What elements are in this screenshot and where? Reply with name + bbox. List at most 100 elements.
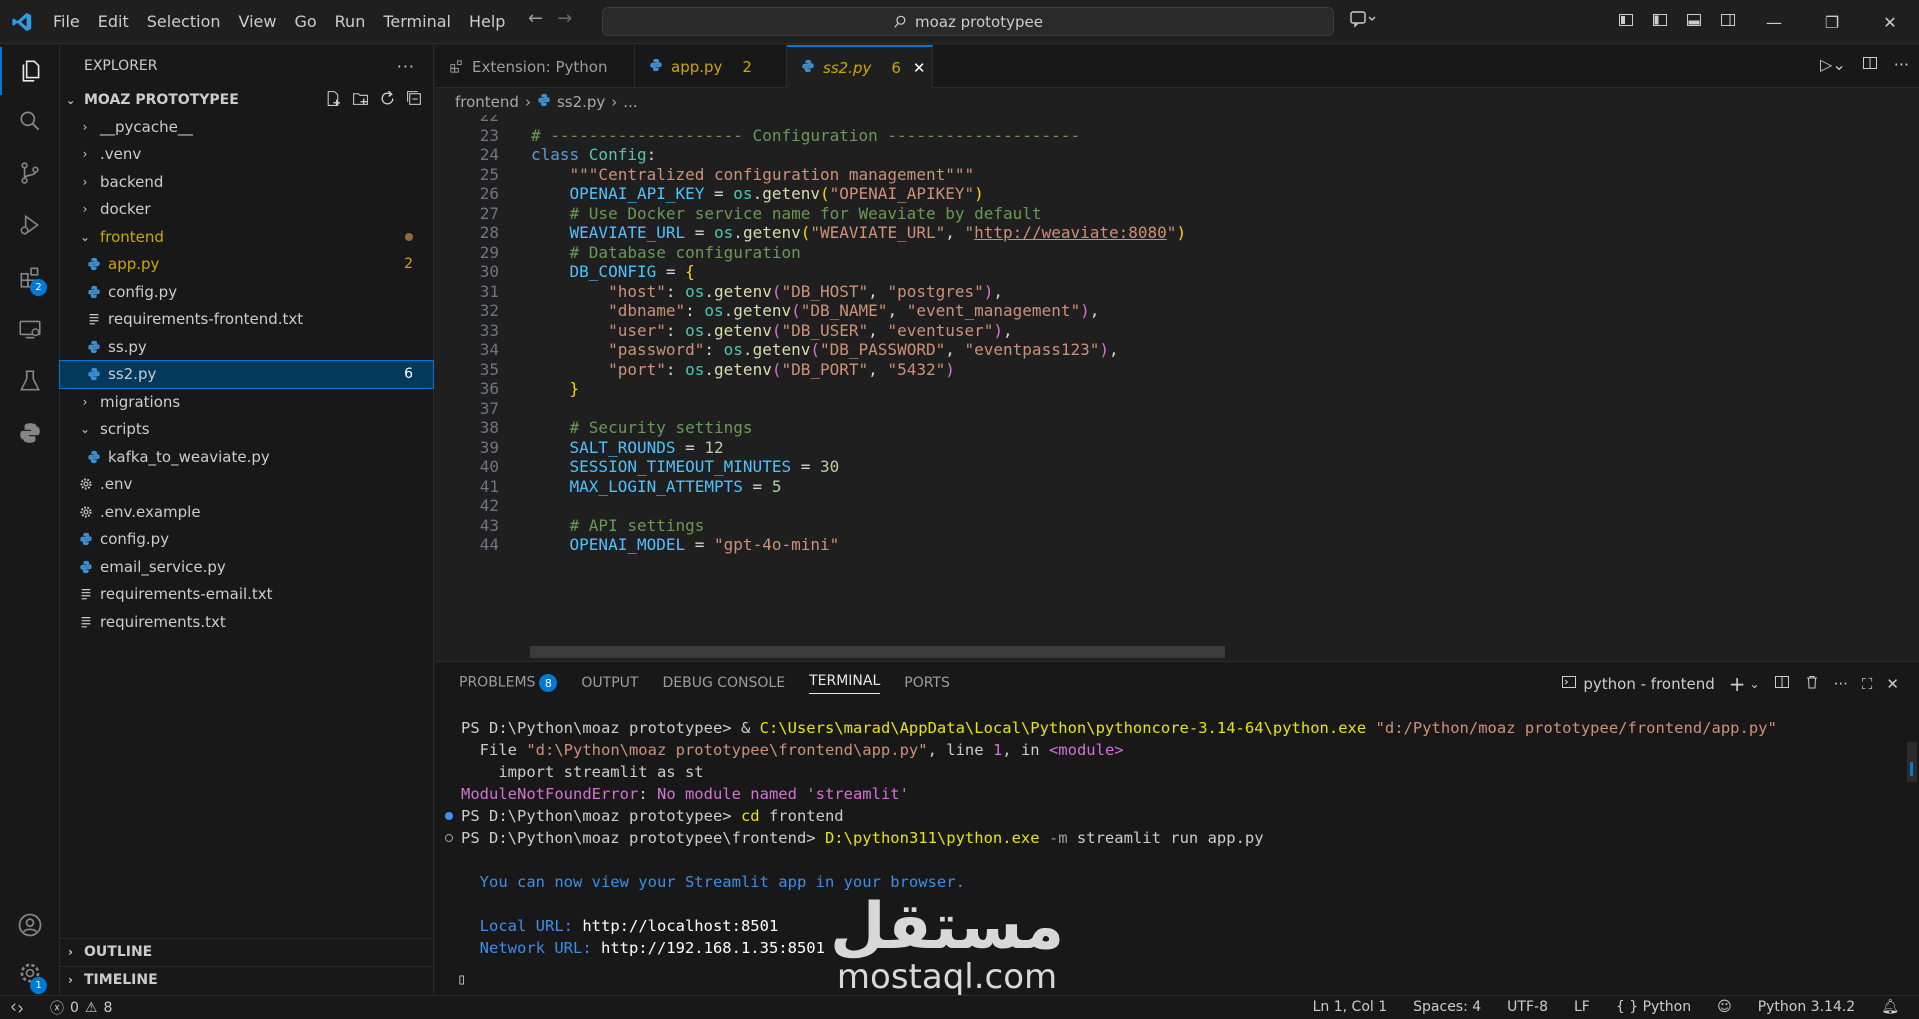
file-item[interactable]: ss.py [60,333,433,361]
menu-view[interactable]: View [230,0,286,44]
menu-selection[interactable]: Selection [138,0,230,44]
explorer-sidebar: EXPLORER ··· ⌄ MOAZ PROTOTYPEE › __pycach… [59,45,434,995]
folder-item[interactable]: › backend [60,168,433,196]
folder-item[interactable]: › .venv [60,141,433,169]
file-item[interactable]: config.py [60,526,433,554]
menu-run[interactable]: Run [326,0,375,44]
code-token: getenv [752,340,811,359]
run-python-file-icon[interactable]: ▷⌄ [1820,55,1846,75]
command-decoration-icon[interactable] [445,834,453,842]
folder-item[interactable]: ⌄ scripts [60,416,433,444]
more-actions-icon[interactable]: ··· [397,57,415,76]
accounts-icon[interactable] [0,901,60,949]
menu-help[interactable]: Help [460,0,514,44]
python-interpreter[interactable]: Python 3.14.2 [1758,999,1856,1015]
file-item[interactable]: email_service.py [60,553,433,581]
split-terminal-icon[interactable] [1774,674,1790,694]
chevron-right-icon: › [82,119,88,134]
restore-icon[interactable]: ❐ [1803,13,1861,32]
tab-debug-console[interactable]: DEBUG CONSOLE [662,675,785,691]
new-terminal-icon[interactable]: + [1729,672,1746,696]
folder-item[interactable]: › __pycache__ [60,113,433,141]
command-decoration-icon[interactable] [445,812,453,820]
collapse-all-icon[interactable] [406,90,423,111]
extensions-icon[interactable]: 2 [0,253,60,301]
folder-item[interactable]: › migrations [60,388,433,416]
encoding[interactable]: UTF-8 [1507,999,1548,1015]
customize-layout-icon[interactable] [1609,12,1643,32]
tab-problems[interactable]: PROBLEMS 8 [459,674,558,692]
copilot-status-icon[interactable]: ☺ [1717,999,1732,1015]
tab-ports[interactable]: PORTS [904,675,950,691]
file-item[interactable]: app.py 2 [60,251,433,279]
run-debug-icon[interactable] [0,201,60,249]
menu-terminal[interactable]: Terminal [374,0,460,44]
file-item[interactable]: config.py [60,278,433,306]
tab-terminal[interactable]: TERMINAL [809,673,881,694]
horizontal-scrollbar[interactable] [530,646,1225,658]
breadcrumb-symbol[interactable]: ... [623,93,637,111]
new-file-icon[interactable] [325,90,342,111]
file-item[interactable]: requirements.txt [60,608,433,636]
chevron-down-icon[interactable]: ⌄ [1750,677,1760,691]
explorer-activity-icon[interactable] [0,47,60,95]
breadcrumb-folder[interactable]: frontend [455,93,519,111]
back-arrow-icon[interactable]: ← [528,8,543,29]
close-window-icon[interactable]: ✕ [1861,13,1919,32]
toggle-sidebar-icon[interactable] [1643,12,1677,32]
project-root[interactable]: ⌄ MOAZ PROTOTYPEE [60,87,433,113]
tab-ss2-py[interactable]: ss2.py 6 ✕ [787,45,933,88]
file-item[interactable]: .env.example [60,498,433,526]
minimize-icon[interactable]: — [1745,13,1803,32]
file-item[interactable]: requirements-frontend.txt [60,306,433,334]
tab-output[interactable]: OUTPUT [581,675,638,691]
settings-gear-icon[interactable]: 1 [0,949,60,997]
tab-app-py[interactable]: app.py 2 [635,45,787,88]
close-tab-icon[interactable]: ✕ [913,59,926,77]
file-item[interactable]: kafka_to_weaviate.py [60,443,433,471]
chevron-right-icon: › [82,394,88,409]
folder-item[interactable]: ⌄ frontend [60,223,433,251]
code-editor[interactable]: 22 23 # -------------------- Configuration… [435,115,1919,661]
file-item[interactable]: ss2.py 6 [59,359,434,389]
notifications-icon[interactable]: 🔔︎ [1881,999,1899,1015]
cursor-position[interactable]: Ln 1, Col 1 [1313,999,1388,1015]
terminal-line: Network URL: http://192.168.1.35:8501 [461,937,825,959]
tab-extension-python[interactable]: Extension: Python [435,45,635,88]
menu-go[interactable]: Go [285,0,325,44]
split-editor-icon[interactable] [1862,55,1878,75]
python-icon[interactable] [0,409,60,457]
breadcrumb-file[interactable]: ss2.py [557,93,605,111]
more-actions-icon[interactable]: ··· [1894,55,1909,75]
refresh-icon[interactable] [379,90,396,111]
end-of-line[interactable]: LF [1574,999,1590,1015]
remote-indicator[interactable] [0,1001,40,1015]
more-actions-icon[interactable]: ··· [1834,675,1848,693]
close-panel-icon[interactable]: ✕ [1886,675,1899,693]
toggle-secondary-sidebar-icon[interactable] [1711,12,1745,32]
language-mode[interactable]: { } Python [1616,999,1691,1015]
file-item[interactable]: requirements-email.txt [60,581,433,609]
code-token: . [704,359,715,379]
menu-edit[interactable]: Edit [89,0,138,44]
forward-arrow-icon[interactable]: → [557,8,572,29]
terminal-name[interactable]: python - frontend [1583,675,1714,693]
menu-file[interactable]: File [44,0,89,44]
maximize-panel-icon[interactable]: ⛶ [1862,675,1873,693]
remote-explorer-icon[interactable] [0,305,60,353]
copilot-chat-icon[interactable] [1350,10,1376,32]
testing-icon[interactable] [0,357,60,405]
toggle-panel-icon[interactable] [1677,12,1711,32]
search-activity-icon[interactable] [0,97,60,145]
timeline-section[interactable]: › TIMELINE [60,966,434,993]
folder-item[interactable]: › docker [60,196,433,224]
problems-status[interactable]: ⓧ 0 ⚠ 8 [40,998,122,1018]
source-control-icon[interactable] [0,149,60,197]
trash-icon[interactable] [1804,674,1820,694]
outline-section[interactable]: › OUTLINE [60,938,434,965]
file-item[interactable]: .env [60,471,433,499]
code-token: "dbname" [608,301,686,320]
indentation[interactable]: Spaces: 4 [1413,999,1481,1015]
command-center-search[interactable]: moaz prototypee [602,7,1334,36]
new-folder-icon[interactable] [352,90,369,111]
